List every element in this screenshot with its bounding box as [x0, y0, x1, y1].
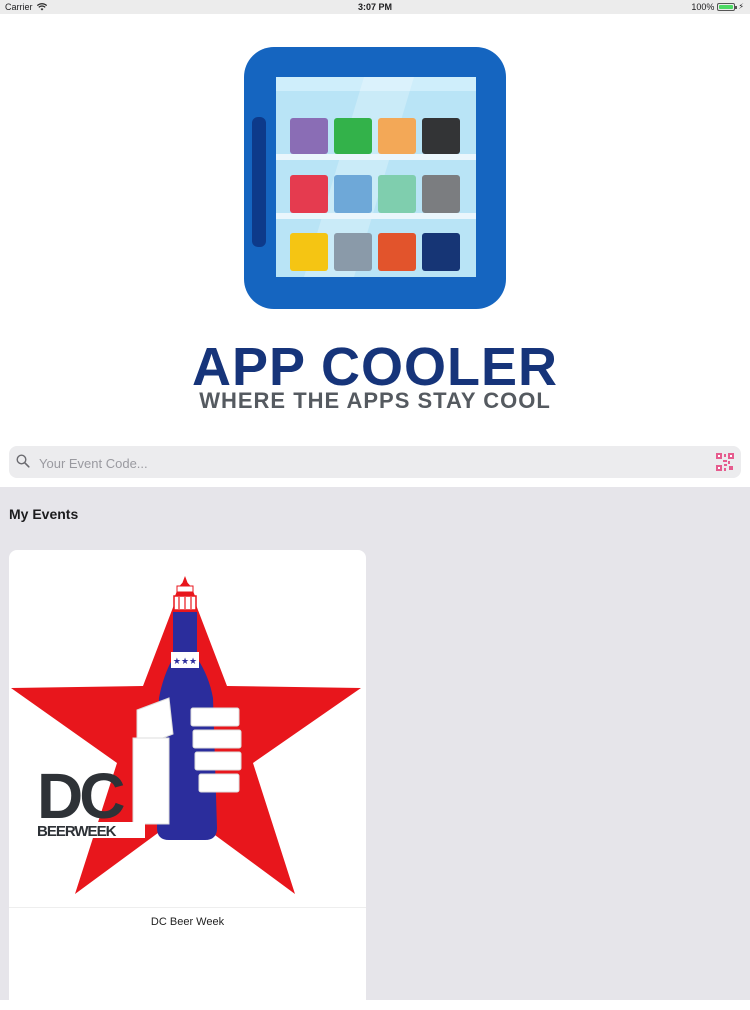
status-bar: Carrier 3:07 PM 100% ⚡ — [0, 0, 750, 14]
brand-tagline: WHERE THE APPS STAY COOL — [199, 388, 551, 413]
logo-dc-text: DC — [37, 760, 124, 832]
event-code-search-bar[interactable] — [9, 446, 741, 480]
search-icon — [16, 454, 30, 468]
charging-bolt-icon: ⚡ — [738, 2, 744, 11]
header: APP COOLER WHERE THE APPS STAY COOL — [0, 14, 750, 446]
qr-code-scan-icon[interactable] — [716, 453, 734, 471]
section-title: My Events — [9, 506, 79, 522]
capitol-dome-graphic — [173, 582, 197, 611]
battery-fill — [719, 5, 734, 9]
card-divider — [9, 907, 366, 908]
logo-beerweek-text: BEERWEEK — [37, 823, 117, 840]
app-cooler-logo — [244, 47, 506, 309]
status-time: 3:07 PM — [357, 2, 392, 12]
my-events-section: My Events ★★★ DC BEERWEEK DC Beer Week — [0, 487, 750, 1010]
battery-percent: 100% — [691, 2, 715, 12]
event-name: DC Beer Week — [150, 916, 225, 928]
event-card[interactable]: ★★★ DC BEERWEEK DC Beer Week — [9, 550, 366, 1010]
event-logo-dc-beer-week: ★★★ DC BEERWEEK — [11, 576, 361, 894]
event-code-input[interactable] — [37, 446, 701, 480]
svg-text:★★★: ★★★ — [173, 657, 197, 667]
status-right: 100% ⚡ — [691, 0, 744, 14]
battery-icon — [717, 3, 738, 11]
